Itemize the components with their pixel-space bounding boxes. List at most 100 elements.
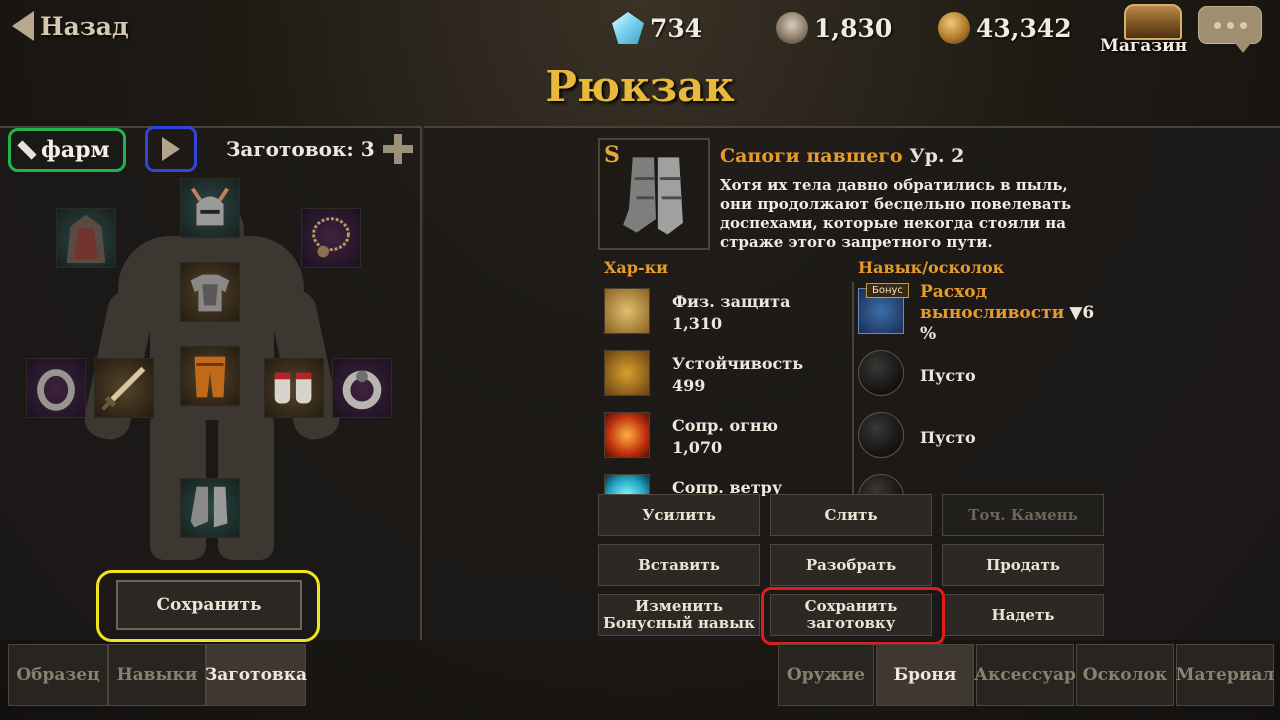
shop-button[interactable]: Магазин bbox=[1100, 4, 1190, 56]
tab-armor[interactable]: Броня bbox=[876, 644, 974, 706]
sword-icon bbox=[101, 366, 146, 411]
stat-name: Физ. защита bbox=[672, 292, 791, 311]
gem-count: 734 bbox=[650, 13, 703, 43]
item-level: Ур. 2 bbox=[909, 145, 965, 167]
helmet-slot[interactable] bbox=[180, 178, 240, 238]
item-description: Хотя их тела давно обратились в пыль, он… bbox=[720, 176, 1072, 251]
tab-material[interactable]: Материал bbox=[1176, 644, 1274, 706]
tab-preset[interactable]: Заготовка bbox=[205, 644, 307, 706]
change-bonus-line1: Изменить bbox=[635, 597, 723, 615]
back-button[interactable]: Назад bbox=[12, 8, 129, 44]
cloak-slot[interactable] bbox=[56, 208, 116, 268]
sell-button[interactable]: Продать bbox=[942, 544, 1104, 586]
stat-row: Сопр. ветру bbox=[604, 472, 846, 496]
stats-header: Хар-ки bbox=[604, 258, 669, 277]
shop-label: Магазин bbox=[1100, 36, 1188, 56]
gloves-icon bbox=[274, 372, 312, 404]
save-button[interactable]: Сохранить bbox=[116, 580, 302, 630]
ring-right-slot[interactable] bbox=[332, 358, 392, 418]
wind-icon bbox=[604, 474, 650, 496]
preset-name-button[interactable]: фарм bbox=[8, 128, 126, 172]
preset-next-button[interactable] bbox=[145, 126, 197, 172]
divider bbox=[852, 282, 854, 496]
chat-icon bbox=[1213, 21, 1221, 29]
play-icon bbox=[162, 137, 180, 161]
skills-header: Навык/осколок bbox=[858, 258, 1005, 277]
stat-value: 499 bbox=[672, 376, 706, 395]
stat-row: Устойчивость 499 bbox=[604, 348, 846, 404]
tab-weapons[interactable]: Оружие bbox=[778, 644, 874, 706]
stat-value: 1,070 bbox=[672, 438, 723, 457]
empty-shard-slot[interactable] bbox=[858, 474, 904, 496]
change-bonus-skill-button[interactable]: Изменить Бонусный навык bbox=[598, 594, 760, 636]
gloves-slot[interactable] bbox=[264, 358, 324, 418]
tab-skills[interactable]: Навыки bbox=[108, 644, 206, 706]
weapon-slot[interactable] bbox=[94, 358, 154, 418]
necklace-icon bbox=[312, 217, 350, 258]
skull-count: 1,830 bbox=[814, 13, 893, 43]
change-bonus-line2: Бонусный навык bbox=[603, 614, 755, 632]
tab-accessory[interactable]: Аксессуар bbox=[974, 644, 1076, 706]
stat-value: 1,310 bbox=[672, 314, 723, 333]
chat-button[interactable] bbox=[1198, 6, 1262, 53]
whetstone-button[interactable]: Точ. Камень bbox=[942, 494, 1104, 536]
equip-button[interactable]: Надеть bbox=[942, 594, 1104, 636]
page-title: Рюкзак bbox=[545, 62, 735, 111]
tab-sample[interactable]: Образец bbox=[8, 644, 108, 706]
gold-count: 43,342 bbox=[976, 13, 1072, 43]
stat-name: Устойчивость bbox=[672, 354, 804, 373]
boots-icon bbox=[190, 486, 228, 528]
item-title: Сапоги павшего Ур. 2 bbox=[720, 145, 964, 167]
coin-icon bbox=[938, 12, 970, 44]
shield-icon bbox=[604, 288, 650, 334]
skills-list: Расход выносливости ▼6 % Пусто Пусто bbox=[856, 282, 1106, 496]
empty-shard-slot[interactable] bbox=[858, 350, 904, 396]
bonus-skill-line2: выносливости bbox=[920, 303, 1065, 323]
back-label: Назад bbox=[40, 11, 129, 41]
bonus-badge: Бонус bbox=[866, 283, 909, 298]
pencil-icon bbox=[17, 140, 37, 160]
gem-icon bbox=[612, 12, 644, 44]
ring-icon bbox=[342, 370, 382, 410]
tab-shard[interactable]: Осколок bbox=[1076, 644, 1174, 706]
ring-left-slot[interactable] bbox=[26, 358, 86, 418]
skull-counter: 1,830 bbox=[776, 8, 892, 48]
merge-button[interactable]: Слить bbox=[770, 494, 932, 536]
boots-slot[interactable] bbox=[180, 478, 240, 538]
treasure-chest-icon bbox=[1124, 4, 1182, 40]
bonus-skill-value: ▼6 bbox=[1069, 303, 1095, 323]
stat-row: Физ. защита 1,310 bbox=[604, 286, 846, 342]
stat-row: Сопр. огню 1,070 bbox=[604, 410, 846, 466]
necklace-slot[interactable] bbox=[301, 208, 361, 268]
fire-icon bbox=[604, 412, 650, 458]
helmet-icon bbox=[190, 187, 230, 226]
back-arrow-icon bbox=[12, 11, 34, 41]
disassemble-button[interactable]: Разобрать bbox=[770, 544, 932, 586]
empty-shard-slot[interactable] bbox=[858, 412, 904, 458]
enhance-button[interactable]: Усилить bbox=[598, 494, 760, 536]
insert-button[interactable]: Вставить bbox=[598, 544, 760, 586]
preset-count: Заготовок: 3 bbox=[226, 134, 413, 164]
bonus-skill-unit: % bbox=[920, 324, 937, 344]
ring-icon bbox=[37, 369, 75, 411]
empty-slot-label: Пусто bbox=[920, 366, 976, 385]
chest-armor-icon bbox=[190, 274, 230, 312]
cloak-icon bbox=[66, 214, 106, 264]
item-name: Сапоги павшего bbox=[720, 145, 903, 167]
stat-name: Сопр. огню bbox=[672, 416, 779, 435]
item-rank: S bbox=[604, 142, 620, 168]
empty-slot-label: Пусто bbox=[920, 428, 976, 447]
skull-icon bbox=[776, 12, 808, 44]
pants-slot[interactable] bbox=[180, 346, 240, 406]
bonus-skill-text: Расход выносливости ▼6 % bbox=[920, 282, 1100, 344]
chest-slot[interactable] bbox=[180, 262, 240, 322]
save-preset-highlight-frame bbox=[761, 587, 945, 645]
preset-name: фарм bbox=[41, 137, 110, 163]
stats-list: Физ. защита 1,310 Устойчивость 499 Сопр.… bbox=[598, 282, 848, 496]
gold-counter: 43,342 bbox=[938, 8, 1072, 48]
bonus-skill-line2-row: выносливости ▼6 bbox=[920, 303, 1100, 324]
preset-count-label: Заготовок: 3 bbox=[226, 137, 375, 161]
add-preset-plus-icon[interactable] bbox=[382, 134, 413, 164]
pants-icon bbox=[194, 356, 226, 398]
gem-counter: 734 bbox=[612, 8, 702, 48]
